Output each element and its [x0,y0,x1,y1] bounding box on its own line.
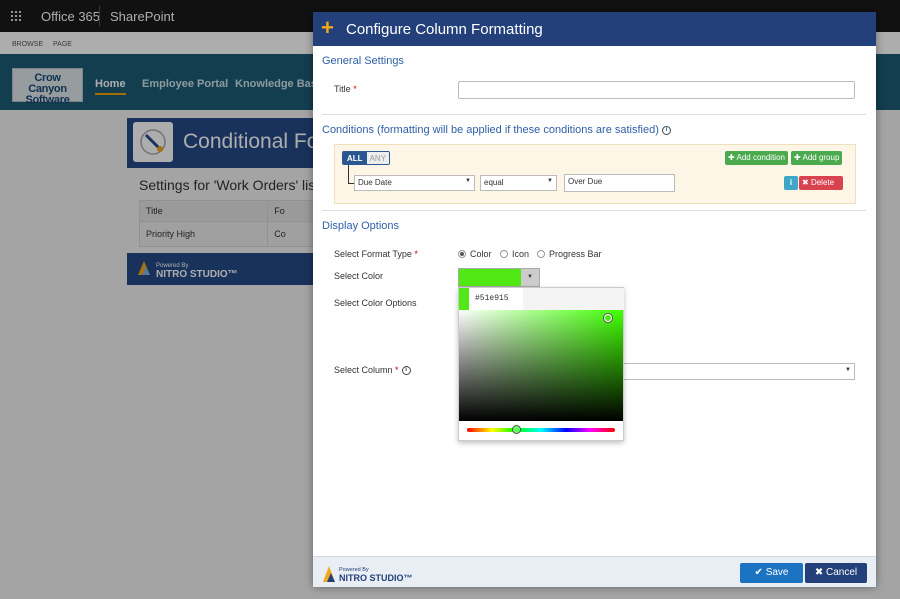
chevron-down-icon: ▼ [547,178,553,184]
color-picker-button[interactable]: ▼ [458,268,540,287]
plus-circle-icon: ✚ [794,153,801,162]
select-column-label: Select Column * i [334,365,411,376]
dialog-title: Configure Column Formatting [346,21,543,38]
nitro-studio-text: NITRO STUDIO™ [339,573,413,583]
toggle-any[interactable]: ANY [366,152,390,164]
picker-header-area [523,288,624,310]
conditions-builder: ALL ANY ✚ Add condition ✚ Add group Due … [334,144,856,204]
hex-input[interactable]: #51e915 [473,288,523,310]
dialog-header: + Configure Column Formatting [313,12,876,46]
condition-value-input[interactable]: Over Due [564,174,675,192]
selected-color-swatch [459,269,522,286]
add-condition-button[interactable]: ✚ Add condition [725,151,788,165]
dialog-footer: Powered By NITRO STUDIO™ ✔ Save ✖ Cancel [313,556,876,587]
radio-icon [458,249,466,258]
hue-slider-handle[interactable] [512,425,521,434]
select-color-label: Select Color [334,271,384,281]
save-button[interactable]: ✔ Save [740,563,803,583]
plus-icon: + [321,15,334,40]
general-settings-heading: General Settings [322,55,404,67]
format-type-label: Select Format Type * [334,249,418,259]
configure-column-formatting-dialog: + Configure Column Formatting General Se… [313,12,876,587]
color-preview-strip [459,288,469,310]
select-column-dropdown[interactable]: ▼ [621,363,855,380]
check-icon: ✔ [754,567,763,578]
condition-info-button[interactable]: i [784,176,798,190]
close-icon: ✖ [802,178,809,187]
saturation-area[interactable] [459,310,623,421]
chevron-down-icon: ▼ [845,367,851,373]
condition-operator-select[interactable]: equal ▼ [480,175,557,191]
format-type-color-radio[interactable]: Color [458,249,492,259]
title-input[interactable] [458,81,855,99]
color-picker-popup: #51e915 [458,287,624,441]
title-label: Title * [334,84,357,94]
hue-slider[interactable] [467,425,615,434]
format-type-progress-bar-radio[interactable]: Progress Bar [537,249,602,259]
nitro-studio-logo: Powered By NITRO STUDIO™ [323,566,413,583]
info-icon[interactable]: i [661,125,671,135]
toggle-all[interactable]: ALL [343,152,367,164]
cancel-button[interactable]: ✖ Cancel [805,563,867,583]
plus-circle-icon: ✚ [728,153,735,162]
saturation-handle[interactable] [604,314,612,322]
chevron-down-icon: ▼ [465,178,471,184]
add-group-button[interactable]: ✚ Add group [791,151,843,165]
divider [322,210,866,211]
conditions-heading: Conditions (formatting will be applied i… [322,124,671,136]
info-icon[interactable]: i [401,366,411,376]
divider [322,114,866,115]
radio-icon [500,249,508,258]
delete-condition-button[interactable]: ✖ Delete [799,176,843,190]
radio-icon [537,249,545,258]
format-type-icon-radio[interactable]: Icon [500,249,529,259]
chevron-down-icon: ▼ [521,269,539,286]
display-options-heading: Display Options [322,220,400,232]
color-options-label: Select Color Options [334,298,417,308]
condition-field-select[interactable]: Due Date ▼ [354,175,475,191]
all-any-toggle: ALL ANY [342,151,391,165]
close-icon: ✖ [814,567,824,578]
